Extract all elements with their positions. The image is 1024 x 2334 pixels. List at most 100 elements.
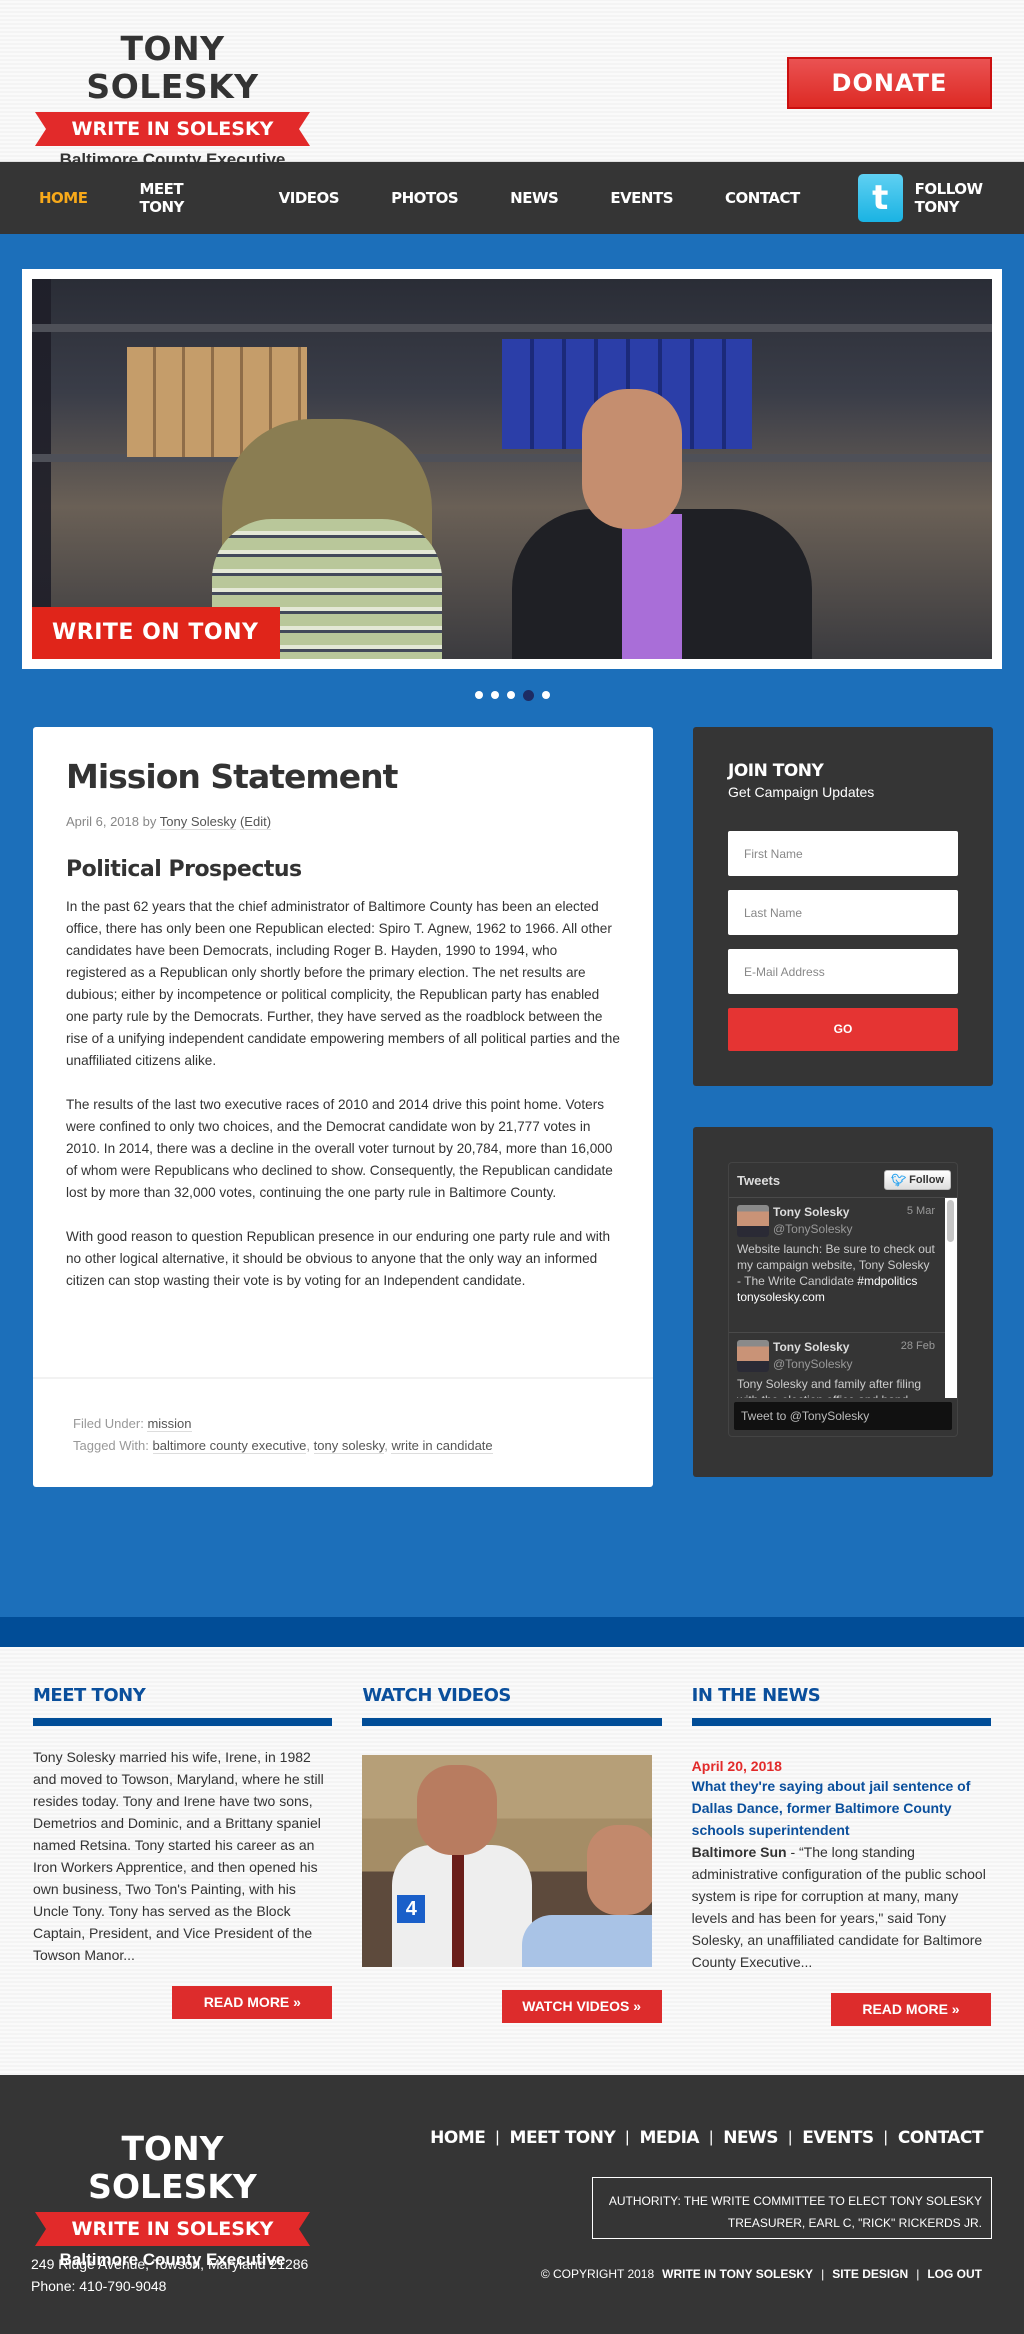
heading-rule <box>691 1718 991 1726</box>
footer-link-site-design[interactable]: SITE DESIGN <box>832 2267 908 2281</box>
nav-item-photos[interactable]: PHOTOS <box>391 189 459 207</box>
tweets-widget: Tweets 🐦︎ Follow Tony Solesky 5 Mar @Ton… <box>693 1127 993 1477</box>
main-nav: HOME MEET TONY VIDEOS PHOTOS NEWS EVENTS… <box>0 162 1024 234</box>
watch-videos-button[interactable]: WATCH VIDEOS » <box>501 1990 662 2023</box>
nav-item-videos[interactable]: VIDEOS <box>279 189 340 207</box>
site-header: TONY SOLESKY WRITE IN SOLESKY Baltimore … <box>0 0 1024 169</box>
slider: WRITE ON TONY <box>22 269 1002 669</box>
site-logo[interactable]: TONY SOLESKY WRITE IN SOLESKY Baltimore … <box>35 30 310 170</box>
tweet-date[interactable]: 5 Mar <box>907 1205 935 1219</box>
nav-item-contact[interactable]: CONTACT <box>725 189 800 207</box>
post-meta: April 6, 2018 by Tony Solesky (Edit) <box>66 814 620 830</box>
separator: | <box>495 2129 500 2146</box>
site-footer: TONY SOLESKY WRITE IN SOLESKY Baltimore … <box>0 2075 1024 2334</box>
join-widget: JOIN TONY Get Campaign Updates GO <box>693 727 993 1086</box>
timeline-scrollbar[interactable] <box>945 1198 957 1398</box>
footer-logo-name: TONY SOLESKY <box>88 2129 257 2206</box>
tweet-handle[interactable]: @TonySolesky <box>773 1357 935 1371</box>
separator: | <box>788 2129 793 2146</box>
in-the-news-heading: IN THE NEWS <box>691 1685 821 1706</box>
twitter-follow-button[interactable]: 🐦︎ Follow <box>883 1170 951 1190</box>
footer-nav-media[interactable]: MEDIA <box>639 2128 699 2148</box>
news-read-more-button[interactable]: READ MORE » <box>830 1993 991 2026</box>
tag-link[interactable]: write in candidate <box>391 1438 493 1454</box>
nav-item-home[interactable]: HOME <box>39 189 88 207</box>
footer-nav-news[interactable]: NEWS <box>723 2128 778 2148</box>
nav-item-news[interactable]: NEWS <box>510 189 559 207</box>
last-name-input[interactable] <box>728 890 958 935</box>
slider-dot[interactable] <box>506 691 515 699</box>
watch-videos-column: WATCH VIDEOS 4 WATCH VIDEOS » <box>362 1685 662 2075</box>
footer-address: 249 Ridge Avenue, Towson, Maryland 21286 <box>31 2256 309 2272</box>
tag-link[interactable]: baltimore county executive <box>152 1438 307 1454</box>
post-footer: Filed Under: mission Tagged With: baltim… <box>33 1377 653 1491</box>
tweets-header: Tweets <box>737 1172 781 1188</box>
logo-subtitle: Baltimore County Executive <box>59 150 286 169</box>
footer-logo[interactable]: TONY SOLESKY WRITE IN SOLESKY Baltimore … <box>35 2130 310 2270</box>
tweet-text: Tony Solesky and family after filing wit… <box>737 1377 922 1398</box>
donate-button[interactable]: DONATE <box>787 57 992 109</box>
post-author-link[interactable]: Tony Solesky <box>159 814 237 830</box>
post-subheading: Political Prospectus <box>66 857 302 882</box>
slider-dot-active[interactable] <box>522 690 534 701</box>
slider-dot[interactable] <box>490 691 499 699</box>
authority-notice: AUTHORITY: THE WRITE COMMITTEE TO ELECT … <box>592 2177 992 2239</box>
tony-figure <box>512 389 842 659</box>
footer-nav-events[interactable]: EVENTS <box>802 2128 874 2148</box>
follow-tony-link[interactable]: t FOLLOW TONY <box>857 174 1024 222</box>
meet-tony-text: Tony Solesky married his wife, Irene, in… <box>33 1749 324 1963</box>
post-article: Mission Statement April 6, 2018 by Tony … <box>33 727 653 1487</box>
sidebar: JOIN TONY Get Campaign Updates GO Tweets… <box>693 727 993 1487</box>
tag-link[interactable]: tony solesky <box>313 1438 385 1454</box>
separator: | <box>709 2129 714 2146</box>
email-input[interactable] <box>728 949 958 994</box>
footer-nav-home[interactable]: HOME <box>430 2128 486 2148</box>
avatar[interactable] <box>737 1340 769 1372</box>
slider-dot[interactable] <box>474 691 483 699</box>
read-more-button[interactable]: READ MORE » <box>172 1986 333 2019</box>
footer-nav-contact[interactable]: CONTACT <box>898 2128 984 2148</box>
copyright-text: © COPYRIGHT 2018 <box>540 2267 655 2281</box>
in-the-news-column: IN THE NEWS April 20, 2018 What they're … <box>691 1685 991 2075</box>
copyright-bar: © COPYRIGHT 2018 WRITE IN TONY SOLESKY | … <box>541 2267 982 2281</box>
post-paragraph: The results of the last two executive ra… <box>66 1097 613 1200</box>
avatar[interactable] <box>737 1205 769 1237</box>
news-excerpt: Baltimore Sun - “The long standing admin… <box>692 1841 991 1973</box>
twitter-timeline: Tweets 🐦︎ Follow Tony Solesky 5 Mar @Ton… <box>728 1162 958 1437</box>
meet-tony-column: MEET TONY Tony Solesky married his wife,… <box>33 1685 333 2075</box>
post-date: April 6, 2018 <box>66 814 139 829</box>
tweet-to-button[interactable]: Tweet to @TonySolesky <box>734 1402 952 1430</box>
footer-link-log-out[interactable]: LOG OUT <box>927 2267 982 2281</box>
tweet-author[interactable]: Tony Solesky <box>773 1340 849 1354</box>
nav-item-meet-tony[interactable]: MEET TONY <box>139 180 226 216</box>
tweet-item[interactable]: Tony Solesky 5 Mar @TonySolesky Website l… <box>729 1198 957 1333</box>
first-name-input[interactable] <box>728 831 958 876</box>
post-by: by <box>142 814 157 829</box>
separator: | <box>916 2267 920 2281</box>
post-edit-link[interactable]: (Edit) <box>239 814 272 830</box>
separator: | <box>625 2129 630 2146</box>
go-button[interactable]: GO <box>728 1008 958 1051</box>
news-source: Baltimore Sun <box>691 1844 787 1860</box>
video-thumbnail[interactable]: 4 <box>362 1755 653 1967</box>
slide-image[interactable]: WRITE ON TONY <box>32 279 992 659</box>
footer-link-write-in[interactable]: WRITE IN TONY SOLESKY <box>662 2267 813 2281</box>
nav-item-events[interactable]: EVENTS <box>610 189 673 207</box>
slider-dot[interactable] <box>541 691 550 699</box>
hero-band: WRITE ON TONY Mission Statement April 6,… <box>0 234 1024 1617</box>
news-date: April 20, 2018 <box>691 1758 782 1774</box>
category-link[interactable]: mission <box>147 1416 192 1432</box>
news-title-link[interactable]: What they're saying about jail sentence … <box>692 1775 991 1841</box>
tweet-handle[interactable]: @TonySolesky <box>773 1222 935 1236</box>
footer-nav-meet-tony[interactable]: MEET TONY <box>510 2128 616 2148</box>
post-paragraph: In the past 62 years that the chief admi… <box>66 899 620 1068</box>
tweet-date[interactable]: 28 Feb <box>901 1340 935 1354</box>
footer-address-block: 249 Ridge Avenue, Towson, Maryland 21286… <box>31 2253 308 2297</box>
tagged-with-label: Tagged With: <box>73 1438 149 1453</box>
tweet-item[interactable]: Tony Solesky 28 Feb @TonySolesky Tony Sol… <box>729 1333 957 1398</box>
divider-strip <box>0 1617 1024 1647</box>
heading-rule <box>362 1718 662 1726</box>
tweet-author[interactable]: Tony Solesky <box>773 1205 849 1219</box>
footer-nav: HOME | MEET TONY | MEDIA | NEWS | EVENTS | CO… <box>430 2128 983 2148</box>
watch-videos-heading: WATCH VIDEOS <box>362 1685 511 1706</box>
